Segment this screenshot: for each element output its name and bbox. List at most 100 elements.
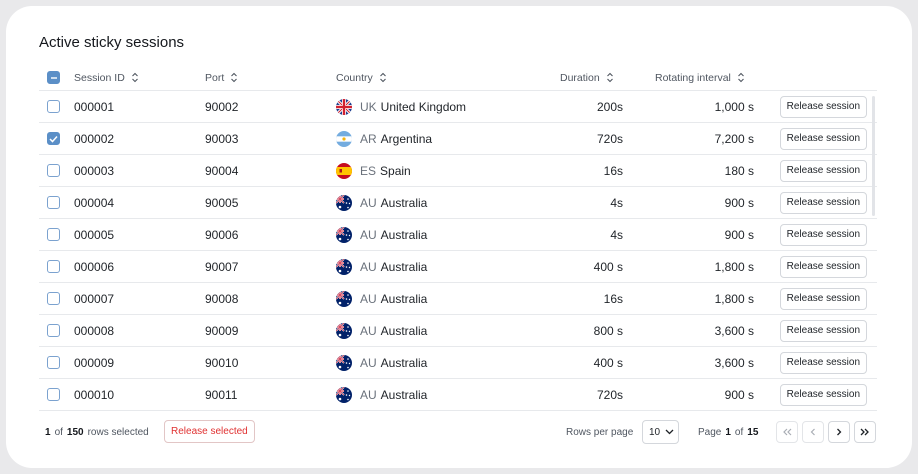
row-checkbox-cell	[47, 91, 60, 122]
total-count: 150	[66, 426, 84, 438]
action-cell: Release session	[779, 347, 867, 378]
duration: 720s	[596, 387, 623, 402]
row-checkbox[interactable]	[47, 260, 60, 273]
port: 90010	[205, 355, 239, 370]
column-duration[interactable]: Duration	[560, 65, 614, 90]
chevron-down-icon	[665, 429, 674, 435]
release-session-button[interactable]: Release session	[779, 127, 867, 150]
prev-page-button[interactable]	[802, 421, 824, 443]
action-cell: Release session	[779, 219, 867, 250]
table-row[interactable]: 000001 90002 UK United Kingdom 200s 1,00…	[39, 91, 877, 123]
port: 90003	[205, 131, 239, 146]
column-session-id[interactable]: Session ID	[74, 65, 139, 90]
sort-icon[interactable]	[131, 72, 139, 83]
last-page-button[interactable]	[854, 421, 876, 443]
country-code: AR	[360, 131, 377, 146]
flag-icon	[336, 162, 352, 179]
country: ES Spain	[336, 155, 411, 186]
duration: 16s	[603, 163, 623, 178]
country-code: AU	[360, 259, 377, 274]
rows-per-page-label: Rows per page	[566, 426, 634, 438]
row-checkbox[interactable]	[47, 132, 60, 145]
flag-icon	[336, 290, 352, 307]
release-session-button[interactable]: Release session	[779, 287, 867, 310]
duration: 800 s	[593, 323, 623, 338]
row-checkbox[interactable]	[47, 164, 60, 177]
row-checkbox[interactable]	[47, 324, 60, 337]
release-session-button[interactable]: Release session	[779, 383, 867, 406]
selection-summary: 1 of 150 rows selected	[45, 420, 149, 444]
rotating-interval: 1,800 s	[714, 259, 754, 274]
row-checkbox[interactable]	[47, 100, 60, 113]
port: 90006	[205, 227, 239, 242]
country-code: ES	[360, 163, 377, 178]
release-session-button[interactable]: Release session	[779, 351, 867, 374]
row-checkbox[interactable]	[47, 196, 60, 209]
first-page-button[interactable]	[776, 421, 798, 443]
table-row[interactable]: 000003 90004 ES Spain 16s 180 s Release …	[39, 155, 877, 187]
next-page-button[interactable]	[828, 421, 850, 443]
country-code: AU	[360, 227, 377, 242]
release-session-button[interactable]: Release session	[779, 191, 867, 214]
rows-selected-label: rows selected	[87, 426, 149, 438]
sort-icon[interactable]	[379, 72, 387, 83]
column-rotating-interval[interactable]: Rotating interval	[655, 65, 745, 90]
table-row[interactable]: 000009 90010 AU Australia 400 s 3,600 s …	[39, 347, 877, 379]
flag-icon	[336, 258, 352, 275]
port: 90002	[205, 99, 239, 114]
table-row[interactable]: 000010 90011 AU Australia 720s 900 s Rel…	[39, 379, 877, 411]
flag-icon	[336, 322, 352, 339]
column-rotating-interval-label: Rotating interval	[655, 71, 731, 84]
port: 90011	[205, 387, 238, 402]
table-row[interactable]: 000006 90007 AU Australia 400 s 1,800 s …	[39, 251, 877, 283]
of-label: of	[54, 426, 63, 438]
release-session-button[interactable]: Release session	[779, 95, 867, 118]
rotating-interval: 3,600 s	[714, 323, 754, 338]
row-checkbox[interactable]	[47, 356, 60, 369]
table-row[interactable]: 000005 90006 AU Australia 4s 900 s Relea…	[39, 219, 877, 251]
flag-icon	[336, 98, 352, 115]
table-footer: 1 of 150 rows selected Release selected …	[39, 420, 879, 444]
table-row[interactable]: 000002 90003 AR Argentina 720s 7,200 s R…	[39, 123, 877, 155]
table-row[interactable]: 000008 90009 AU Australia 800 s 3,600 s …	[39, 315, 877, 347]
release-session-button[interactable]: Release session	[779, 223, 867, 246]
rotating-interval: 7,200 s	[714, 131, 754, 146]
row-checkbox-cell	[47, 347, 60, 378]
sort-icon[interactable]	[606, 72, 614, 83]
country: AU Australia	[336, 219, 427, 250]
flag-icon	[336, 130, 352, 147]
session-id: 000005	[74, 227, 115, 242]
country: AR Argentina	[336, 123, 432, 154]
country-name: Australia	[380, 387, 428, 402]
country-name: Australia	[380, 355, 428, 370]
page-current: 1	[725, 426, 731, 438]
release-session-button[interactable]: Release session	[779, 255, 867, 278]
country-name: United Kingdom	[380, 99, 467, 114]
release-selected-button[interactable]: Release selected	[164, 420, 255, 443]
table-row[interactable]: 000004 90005 AU Australia 4s 900 s Relea…	[39, 187, 877, 219]
row-checkbox[interactable]	[47, 292, 60, 305]
rotating-interval: 900 s	[724, 387, 754, 402]
rows-per-page-select[interactable]: 10	[642, 420, 679, 444]
release-session-button[interactable]: Release session	[779, 159, 867, 182]
column-country[interactable]: Country	[336, 65, 387, 90]
table-header: Session ID Port Country Duration Rotatin…	[39, 65, 877, 91]
page-total: 15	[747, 426, 759, 438]
sessions-table: Session ID Port Country Duration Rotatin…	[39, 65, 877, 411]
table-scrollbar[interactable]	[872, 96, 875, 216]
row-checkbox[interactable]	[47, 228, 60, 241]
session-id: 000008	[74, 323, 115, 338]
column-port[interactable]: Port	[205, 65, 238, 90]
release-session-button[interactable]: Release session	[779, 319, 867, 342]
row-checkbox[interactable]	[47, 388, 60, 401]
rotating-interval: 1,000 s	[714, 99, 754, 114]
select-all-checkbox[interactable]	[47, 71, 60, 84]
table-row[interactable]: 000007 90008 AU Australia 16s 1,800 s Re…	[39, 283, 877, 315]
sort-icon[interactable]	[230, 72, 238, 83]
sort-icon[interactable]	[737, 72, 745, 83]
country-name: Spain	[380, 163, 411, 178]
rotating-interval: 1,800 s	[714, 291, 754, 306]
port: 90008	[205, 291, 239, 306]
country: AU Australia	[336, 283, 427, 314]
select-all-cell	[47, 65, 60, 90]
